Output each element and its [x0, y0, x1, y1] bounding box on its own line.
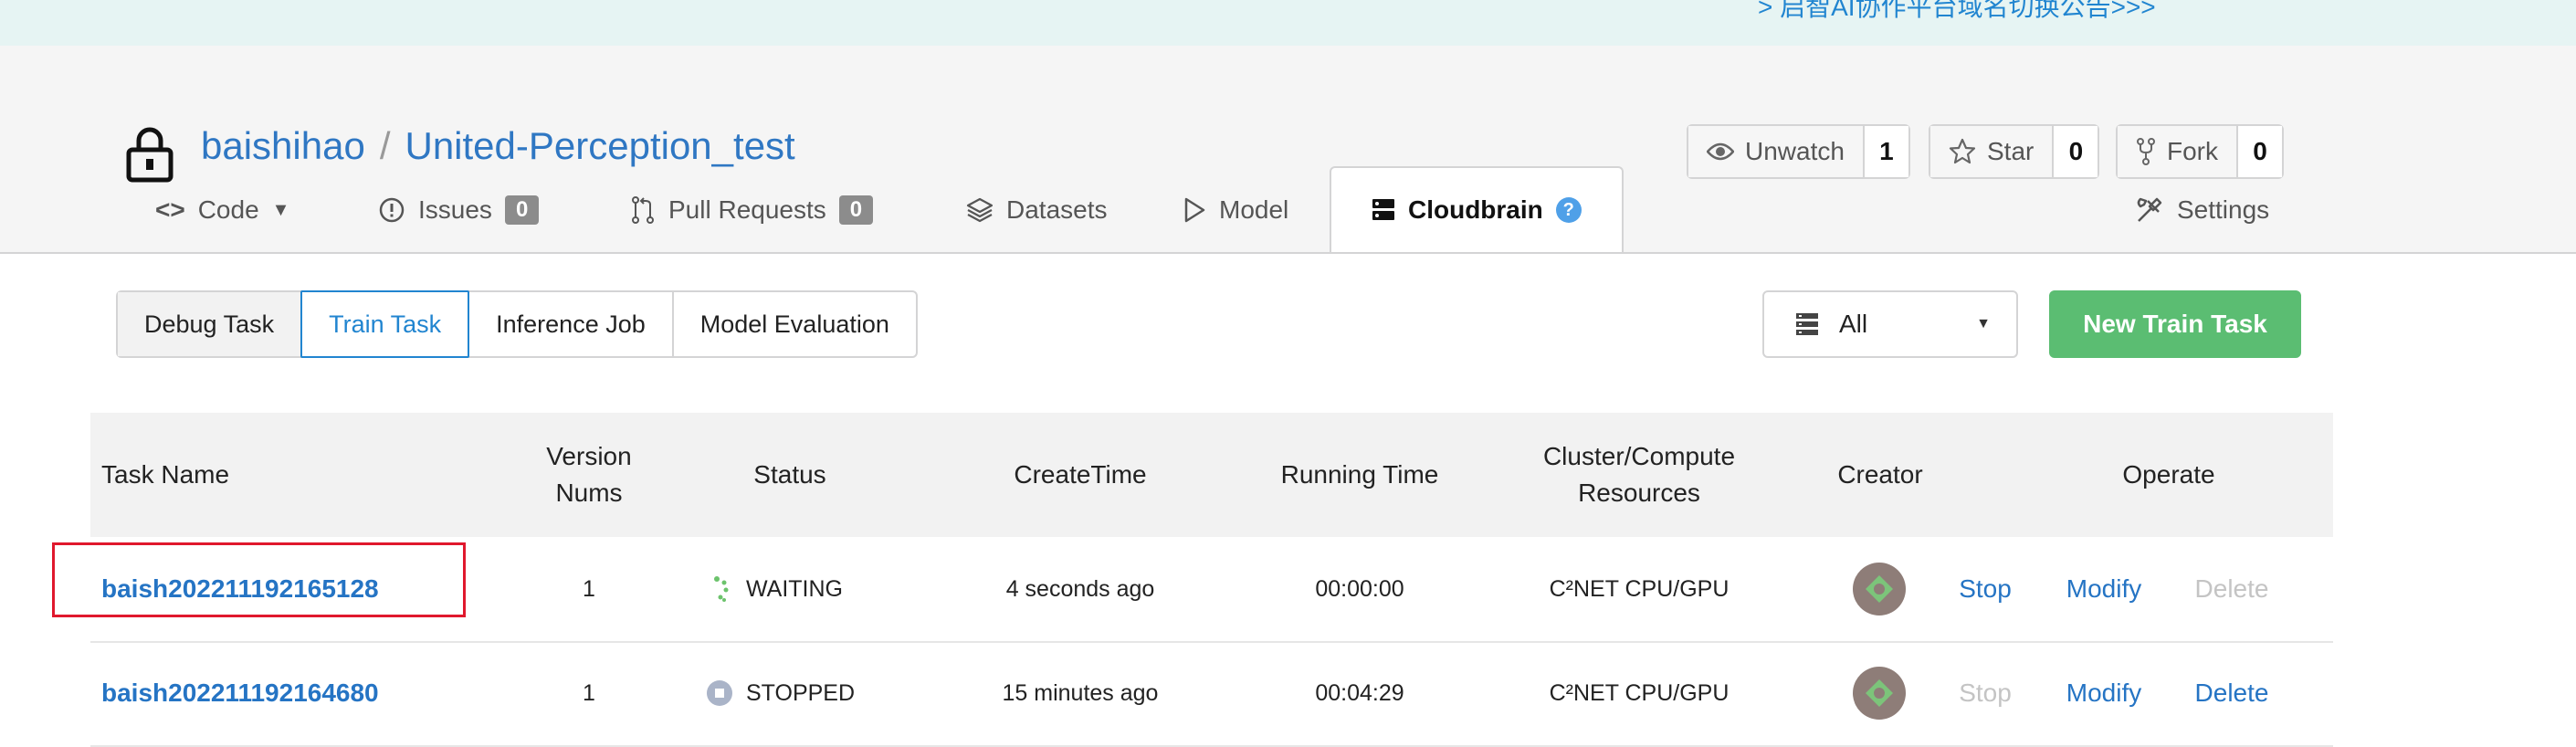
- task-type-selector: Debug Task Train Task Inference Job Mode…: [116, 290, 918, 358]
- repo-name-link[interactable]: United-Perception_test: [405, 124, 794, 167]
- modify-button[interactable]: Modify: [2054, 641, 2154, 745]
- cluster-resources: C²NET CPU/GPU: [1549, 575, 1730, 602]
- server-icon: [1372, 199, 1394, 220]
- table-row: baish202211192164680 1 STOPPED 15 minute…: [90, 641, 2333, 747]
- tab-datasets[interactable]: Datasets: [966, 168, 1108, 252]
- tab-settings-label: Settings: [2177, 195, 2270, 224]
- delete-button[interactable]: Delete: [2182, 641, 2282, 745]
- issues-count-badge: 0: [504, 195, 540, 225]
- server-list-icon: [1796, 313, 1818, 335]
- header-operate: Operate: [2122, 460, 2215, 489]
- inference-job-button[interactable]: Inference Job: [469, 292, 674, 356]
- tab-model[interactable]: Model: [1183, 168, 1288, 252]
- avatar[interactable]: [1853, 563, 1906, 615]
- header-create-time: CreateTime: [1014, 460, 1147, 489]
- status-cell: WAITING: [711, 537, 949, 641]
- watch-count[interactable]: 1: [1864, 126, 1908, 177]
- status-text: WAITING: [746, 575, 844, 602]
- watch-button[interactable]: Unwatch 1: [1687, 124, 1910, 179]
- star-label: Star: [1987, 137, 2035, 165]
- header-status: Status: [753, 460, 826, 489]
- tab-model-label: Model: [1219, 195, 1289, 224]
- stop-button[interactable]: Stop: [1944, 537, 2026, 641]
- watch-label: Unwatch: [1745, 137, 1845, 165]
- spinner-icon: [714, 576, 729, 602]
- create-time: 15 minutes ago: [1002, 679, 1159, 706]
- announcement-link[interactable]: > 启智AI协作平台域名切换公告>>>: [1758, 0, 2156, 24]
- version-num: 1: [583, 575, 595, 602]
- header-cluster: Cluster/Compute Resources: [1542, 442, 1736, 507]
- header-running-time: Running Time: [1280, 460, 1439, 489]
- issue-icon: [379, 197, 405, 223]
- fork-label: Fork: [2167, 137, 2218, 165]
- star-icon: [1949, 138, 1976, 164]
- caret-down-icon: ▼: [271, 199, 290, 220]
- fork-icon: [2137, 138, 2155, 165]
- tab-code-label: Code: [197, 195, 259, 224]
- train-task-button[interactable]: Train Task: [300, 290, 470, 358]
- tab-settings[interactable]: Settings: [2135, 168, 2269, 252]
- repo-owner-link[interactable]: baishihao: [201, 124, 365, 167]
- status-cell: STOPPED: [706, 641, 943, 745]
- pulls-count-badge: 0: [838, 195, 874, 225]
- header-task-name: Task Name: [101, 460, 230, 489]
- delete-button: Delete: [2194, 574, 2269, 603]
- tab-pulls-label: Pull Requests: [668, 195, 826, 224]
- help-icon[interactable]: ?: [1555, 197, 1582, 223]
- cluster-resources: C²NET CPU/GPU: [1549, 679, 1730, 706]
- tab-pull-requests[interactable]: Pull Requests 0: [630, 168, 874, 252]
- caret-down-icon: ▼: [1976, 316, 1991, 331]
- new-train-task-button[interactable]: New Train Task: [2049, 290, 2301, 358]
- tab-cloudbrain-label: Cloudbrain: [1408, 195, 1543, 224]
- creator-cell: [1815, 641, 1943, 745]
- tools-icon: [2137, 197, 2162, 222]
- eye-icon: [1707, 142, 1734, 161]
- tab-issues[interactable]: Issues 0: [378, 168, 540, 252]
- cluster-filter-dropdown[interactable]: All ▼: [1762, 290, 2018, 358]
- layers-icon: [966, 197, 994, 223]
- header-creator: Creator: [1837, 460, 1923, 489]
- tab-issues-label: Issues: [418, 195, 492, 224]
- avatar[interactable]: [1853, 667, 1906, 720]
- highlight-box: [52, 542, 466, 617]
- model-evaluation-button[interactable]: Model Evaluation: [674, 292, 916, 356]
- table-header: Task Name Version Nums Status CreateTime…: [90, 413, 2333, 537]
- code-icon: <>: [155, 195, 185, 224]
- stop-button: Stop: [1959, 679, 2012, 707]
- star-count[interactable]: 0: [2054, 126, 2098, 177]
- star-button[interactable]: Star 0: [1929, 124, 2100, 179]
- status-text: STOPPED: [746, 679, 856, 706]
- play-icon: [1184, 197, 1205, 223]
- task-name-link[interactable]: baish202211192164680: [101, 641, 467, 745]
- announcement-bar: > 启智AI协作平台域名切换公告>>>: [0, 0, 2576, 46]
- breadcrumb-separator: /: [379, 124, 391, 167]
- modify-button[interactable]: Modify: [2054, 537, 2154, 641]
- running-time: 00:04:29: [1315, 679, 1404, 706]
- creator-cell: [1815, 537, 1943, 641]
- debug-task-button[interactable]: Debug Task: [118, 292, 303, 356]
- running-time: 00:00:00: [1315, 575, 1404, 602]
- version-num: 1: [583, 679, 595, 706]
- tab-cloudbrain[interactable]: Cloudbrain ?: [1330, 166, 1624, 252]
- pull-request-icon: [632, 196, 654, 224]
- header-version-nums: Version Nums: [546, 442, 632, 507]
- create-time: 4 seconds ago: [1005, 575, 1155, 602]
- filter-value: All: [1839, 310, 1868, 338]
- repo-breadcrumb: baishihao / United-Perception_test: [201, 124, 795, 168]
- tab-code[interactable]: <> Code ▼: [155, 168, 289, 252]
- tab-datasets-label: Datasets: [1006, 195, 1108, 224]
